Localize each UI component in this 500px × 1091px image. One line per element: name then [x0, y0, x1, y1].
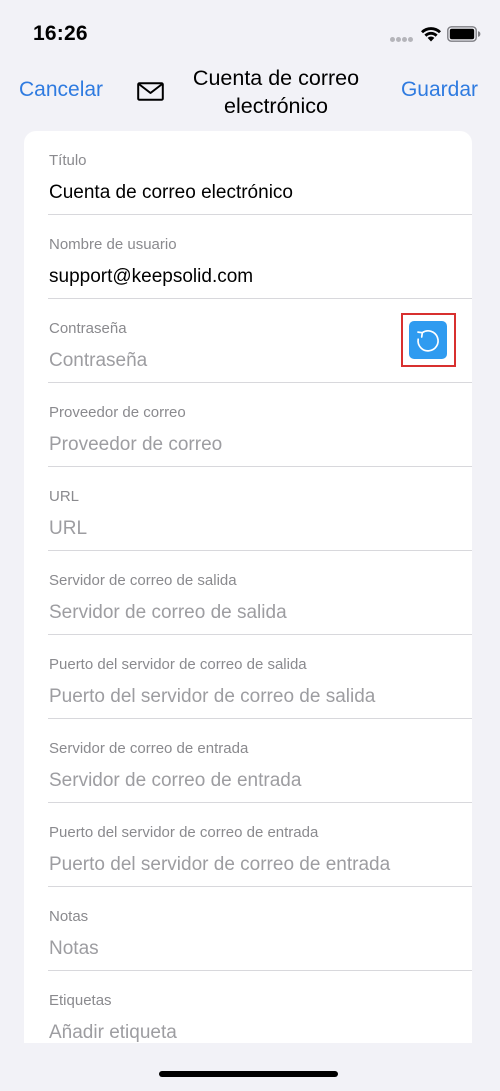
field-label: Servidor de correo de entrada — [49, 740, 249, 757]
outgoing-server-input[interactable] — [49, 602, 439, 624]
field-label: Nombre de usuario — [49, 236, 177, 253]
field-title: Título — [24, 131, 472, 215]
cellular-signal-icon — [390, 37, 414, 43]
envelope-icon — [137, 82, 164, 101]
page-title: Cuenta de correo electrónico — [192, 66, 360, 118]
url-input[interactable] — [49, 518, 439, 540]
field-label: Puerto del servidor de correo de entrada — [49, 824, 319, 841]
refresh-icon — [417, 329, 439, 352]
incoming-port-input[interactable] — [49, 854, 439, 876]
refresh-highlight — [401, 313, 456, 367]
field-label: Puerto del servidor de correo de salida — [49, 656, 307, 673]
generate-password-button[interactable] — [409, 320, 447, 359]
field-notes: Notas — [24, 887, 472, 971]
field-label: Etiquetas — [49, 992, 112, 1009]
field-mail-provider: Proveedor de correo — [24, 383, 472, 467]
field-label: Contraseña — [49, 320, 127, 337]
field-label: Notas — [49, 908, 89, 925]
field-tags: Etiquetas — [24, 971, 472, 1043]
outgoing-port-input[interactable] — [49, 686, 439, 708]
wifi-icon — [421, 27, 441, 42]
save-button[interactable]: Guardar — [401, 78, 478, 102]
status-bar: 16:26 — [0, 0, 500, 60]
field-outgoing-port: Puerto del servidor de correo de salida — [24, 635, 472, 719]
field-url: URL — [24, 467, 472, 551]
title-input[interactable] — [49, 182, 439, 204]
home-indicator[interactable] — [159, 1071, 338, 1077]
mail-provider-input[interactable] — [49, 434, 439, 456]
field-outgoing-server: Servidor de correo de salida — [24, 551, 472, 635]
cancel-button[interactable]: Cancelar — [19, 78, 103, 102]
field-incoming-server: Servidor de correo de entrada — [24, 719, 472, 803]
field-label: Servidor de correo de salida — [49, 572, 237, 589]
navigation-bar: Cancelar Cuenta de correo electrónico Gu… — [0, 60, 500, 126]
field-label: URL — [49, 488, 80, 505]
field-label: Proveedor de correo — [49, 404, 186, 421]
username-input[interactable] — [49, 266, 439, 288]
field-username: Nombre de usuario — [24, 215, 472, 299]
battery-icon — [447, 26, 481, 42]
incoming-server-input[interactable] — [49, 770, 439, 792]
status-time: 16:26 — [33, 22, 88, 45]
password-input[interactable] — [49, 350, 369, 372]
notes-input[interactable] — [49, 938, 439, 960]
add-tag-input[interactable] — [49, 1022, 439, 1043]
form-card: Título Nombre de usuario Contraseña Prov… — [24, 131, 472, 1043]
field-incoming-port: Puerto del servidor de correo de entrada — [24, 803, 472, 887]
field-label: Título — [49, 152, 87, 169]
